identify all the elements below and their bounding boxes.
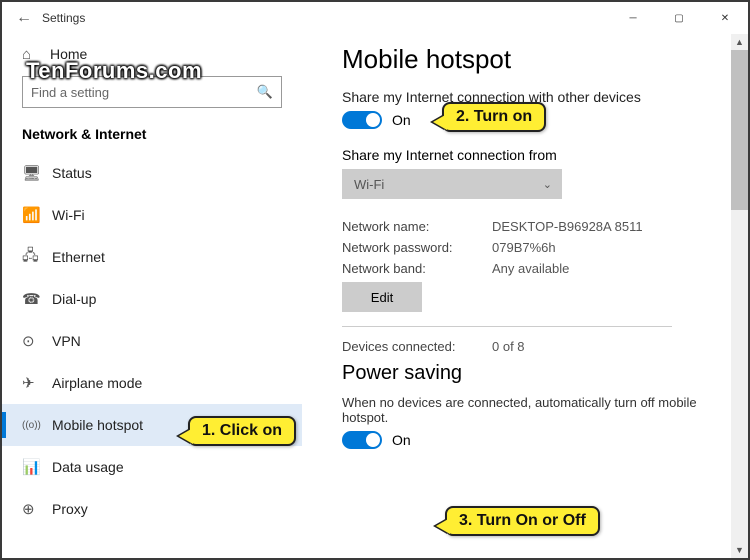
sidebar-item-ethernet[interactable]: 🖧Ethernet [2, 236, 302, 278]
scrollbar-thumb[interactable] [731, 50, 748, 210]
share-from-value: Wi-Fi [354, 177, 384, 192]
sidebar: ⌂ Home Find a setting 🔍 Network & Intern… [2, 34, 302, 558]
network-band-label: Network band: [342, 261, 492, 276]
callout-1: 1. Click on [188, 416, 296, 446]
sidebar-item-wifi[interactable]: 📶Wi-Fi [2, 194, 302, 236]
network-password-label: Network password: [342, 240, 492, 255]
sidebar-item-label: Proxy [52, 501, 88, 517]
home-label: Home [50, 46, 87, 62]
settings-window: ← Settings ─ ▢ ✕ ⌂ Home Find a setting 🔍… [2, 2, 748, 558]
ethernet-icon: 🖧 [22, 245, 52, 270]
scroll-up-icon[interactable]: ▲ [731, 34, 748, 50]
back-button[interactable]: ← [10, 9, 38, 27]
sidebar-item-vpn[interactable]: ⊙VPN [2, 320, 302, 362]
power-toggle-state: On [392, 432, 411, 448]
network-name-label: Network name: [342, 219, 492, 234]
share-from-label: Share my Internet connection from [342, 147, 728, 163]
wifi-icon: 📶 [22, 206, 52, 224]
divider [342, 326, 672, 327]
sidebar-home[interactable]: ⌂ Home [2, 34, 302, 74]
minimize-button[interactable]: ─ [610, 2, 656, 34]
share-toggle-state: On [392, 112, 411, 128]
callout-2: 2. Turn on [442, 102, 546, 132]
sidebar-item-label: Data usage [52, 459, 124, 475]
sidebar-item-label: Status [52, 165, 92, 181]
sidebar-item-label: Airplane mode [52, 375, 142, 391]
sidebar-item-label: Dial-up [52, 291, 96, 307]
scrollbar[interactable]: ▲ ▼ [731, 34, 748, 558]
data-usage-icon: 📊 [22, 458, 52, 476]
devices-connected-label: Devices connected: [342, 339, 492, 354]
search-input[interactable]: Find a setting 🔍 [22, 76, 282, 108]
sidebar-category: Network & Internet [2, 118, 302, 152]
network-band-value: Any available [492, 261, 569, 276]
share-from-select[interactable]: Wi-Fi ⌄ [342, 169, 562, 199]
sidebar-item-data-usage[interactable]: 📊Data usage [2, 446, 302, 488]
maximize-button[interactable]: ▢ [656, 2, 702, 34]
window-title: Settings [38, 11, 610, 25]
sidebar-item-label: Mobile hotspot [52, 417, 143, 433]
window-controls: ─ ▢ ✕ [610, 2, 748, 34]
sidebar-item-proxy[interactable]: ⊕Proxy [2, 488, 302, 530]
sidebar-item-label: Ethernet [52, 249, 105, 265]
power-saving-text: When no devices are connected, automatic… [342, 395, 728, 425]
titlebar: ← Settings ─ ▢ ✕ [2, 2, 748, 34]
sidebar-item-label: Wi-Fi [52, 207, 85, 223]
network-name-value: DESKTOP-B96928A 8511 [492, 219, 643, 234]
page-title: Mobile hotspot [342, 44, 728, 75]
airplane-icon: ✈ [22, 374, 52, 392]
search-placeholder: Find a setting [31, 85, 109, 100]
callout-3: 3. Turn On or Off [445, 506, 600, 536]
network-password-value: 079B7%6h [492, 240, 556, 255]
power-saving-toggle[interactable] [342, 431, 382, 449]
share-connection-toggle[interactable] [342, 111, 382, 129]
sidebar-item-label: VPN [52, 333, 81, 349]
home-icon: ⌂ [22, 46, 50, 63]
hotspot-icon: ((o)) [22, 420, 52, 431]
power-saving-heading: Power saving [342, 362, 728, 385]
proxy-icon: ⊕ [22, 500, 52, 518]
close-button[interactable]: ✕ [702, 2, 748, 34]
devices-connected-value: 0 of 8 [492, 339, 525, 354]
chevron-down-icon: ⌄ [543, 178, 552, 191]
search-icon: 🔍 [257, 84, 273, 100]
dialup-icon: ☎ [22, 290, 52, 308]
sidebar-item-status[interactable]: 🖥Status [2, 152, 302, 194]
edit-button[interactable]: Edit [342, 282, 422, 312]
sidebar-item-dialup[interactable]: ☎Dial-up [2, 278, 302, 320]
vpn-icon: ⊙ [22, 332, 52, 350]
status-icon: 🖥 [22, 164, 52, 182]
sidebar-item-airplane[interactable]: ✈Airplane mode [2, 362, 302, 404]
scroll-down-icon[interactable]: ▼ [731, 542, 748, 558]
